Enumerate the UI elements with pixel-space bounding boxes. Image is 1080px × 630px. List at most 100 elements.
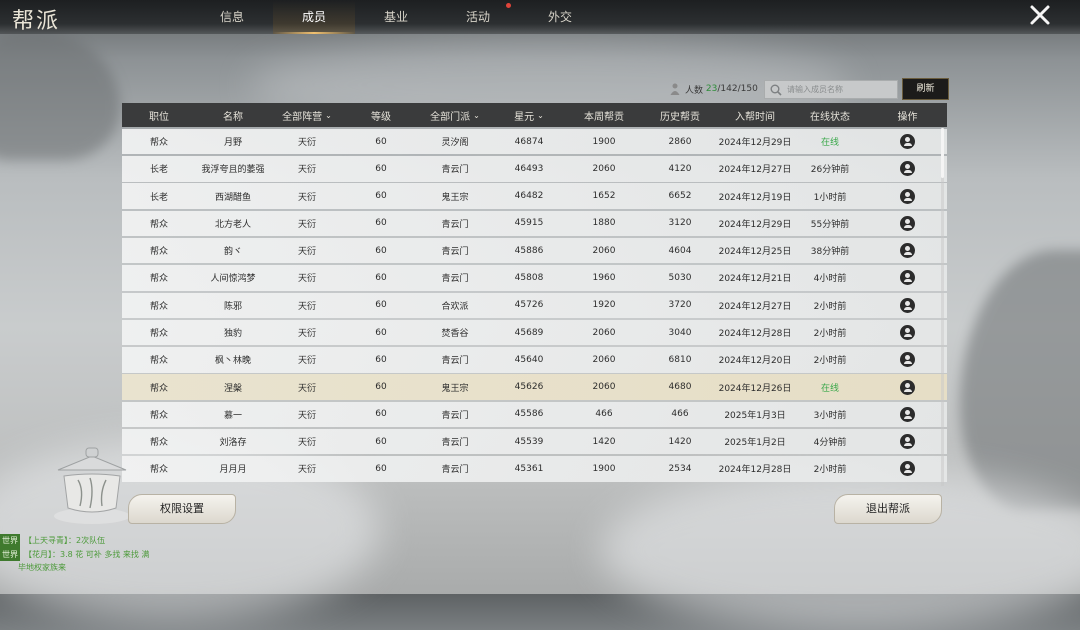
close-button[interactable] [1026, 4, 1054, 28]
cell-sect: 鬼王宗 [441, 192, 469, 203]
cell-star: 45915 [514, 218, 544, 229]
table-row[interactable]: 帮众 月野 天衍 60 灵汐阁 46874 1900 2860 2024年12月29日 在线 [122, 128, 947, 155]
cell-camp: 天衍 [297, 138, 316, 149]
cell-sect: 青云门 [441, 165, 469, 176]
cell-status: 26分钟前 [810, 165, 850, 176]
cell-action [868, 406, 947, 422]
tab-info[interactable]: 信息 [191, 0, 273, 34]
cell-role: 帮众 [149, 301, 168, 312]
notification-dot-icon [506, 3, 511, 8]
cell-history: 6810 [668, 354, 692, 365]
cell-joined: 2024年12月27日 [718, 301, 792, 312]
cell-history: 3720 [668, 300, 692, 311]
exit-guild-button[interactable]: 退出帮派 [834, 494, 942, 524]
cell-history: 466 [671, 409, 689, 420]
cell-role: 帮众 [149, 383, 168, 394]
person-profile-icon[interactable] [900, 297, 915, 313]
cell-status: 1小时前 [813, 192, 847, 203]
cell-weekly: 2060 [592, 163, 616, 174]
cell-camp: 天衍 [297, 438, 316, 449]
cell-sect: 青云门 [441, 465, 469, 476]
cell-joined: 2024年12月19日 [718, 192, 792, 203]
cell-level: 60 [375, 163, 387, 174]
cell-joined: 2025年1月2日 [724, 438, 786, 449]
person-profile-icon[interactable] [900, 379, 915, 395]
person-profile-icon[interactable] [900, 434, 915, 450]
person-profile-icon[interactable] [900, 406, 915, 422]
cell-sect: 青云门 [441, 410, 469, 421]
cell-sect: 鬼王宗 [441, 383, 469, 394]
cell-weekly: 2060 [592, 382, 616, 393]
column-header-action: 操作 [868, 108, 947, 123]
table-row[interactable]: 帮众 涅槃 天衍 60 鬼王宗 45626 2060 4680 2024年12月26日 在线 [122, 374, 947, 400]
camp-filter-dropdown[interactable]: 全部阵营 ⌄ [270, 108, 344, 123]
tab-foundation[interactable]: 基业 [355, 0, 437, 34]
star-sort-button[interactable]: 星元 ⌄ [492, 108, 566, 123]
column-label: 全部阵营 [282, 111, 323, 123]
table-row[interactable]: 帮众 刘洛存 天衍 60 青云门 45539 1420 1420 2025年1月2日 4分钟前 [122, 428, 947, 455]
cell-joined: 2024年12月26日 [718, 383, 792, 394]
person-profile-icon[interactable] [900, 161, 915, 177]
chat-channel-tag: 世界 [0, 547, 20, 561]
tab-activities[interactable]: 活动 [437, 0, 519, 34]
table-row[interactable]: 帮众 北方老人 天衍 60 青云门 45915 1880 3120 2024年12月29日 55分… [122, 210, 947, 237]
chevron-down-icon: ⌄ [325, 110, 332, 120]
table-row[interactable]: 帮众 独豹 天衍 60 焚香谷 45689 2060 3040 2024年12月28日 2小时前 [122, 319, 947, 346]
refresh-button[interactable]: 刷新 [902, 78, 949, 100]
sect-filter-dropdown[interactable]: 全部门派 ⌄ [418, 108, 492, 123]
person-profile-icon[interactable] [900, 215, 915, 231]
person-profile-icon[interactable] [900, 270, 915, 286]
search-box [764, 80, 898, 99]
background-mountain [0, 30, 120, 160]
column-label: 职位 [149, 111, 169, 123]
cell-status: 2小时前 [813, 465, 847, 476]
cell-history: 3040 [668, 327, 692, 338]
table-row[interactable]: 帮众 枫丶林晚 天衍 60 青云门 45640 2060 6810 2024年12月20日 2小时… [122, 347, 947, 373]
cell-joined: 2024年12月27日 [718, 165, 792, 176]
table-row[interactable]: 帮众 人间惊鸿梦 天衍 60 青云门 45808 1960 5030 2024年12月21日 4小… [122, 265, 947, 291]
lantern-icon [54, 447, 130, 524]
cell-name: 独豹 [223, 329, 242, 340]
current-count: 142 [720, 84, 738, 94]
cell-level: 60 [375, 327, 387, 338]
scrollbar-thumb[interactable] [941, 128, 944, 178]
table-row[interactable]: 长老 我浮夸且的萎强 天衍 60 青云门 46493 2060 4120 2024年12月27日… [122, 156, 947, 182]
cell-status: 2小时前 [813, 301, 847, 312]
tab-diplomacy[interactable]: 外交 [519, 0, 601, 34]
table-body: 帮众 月野 天衍 60 灵汐阁 46874 1900 2860 2024年12月29日 在线 长老我… [122, 127, 947, 484]
cell-camp: 天衍 [297, 219, 316, 230]
cell-joined: 2024年12月29日 [718, 219, 792, 230]
table-row[interactable]: 帮众 韵ヾ 天衍 60 青云门 45886 2060 4604 2024年12月25日 38分钟前 [122, 238, 947, 264]
tab-members[interactable]: 成员 [273, 0, 355, 34]
table-row[interactable]: 帮众 慕一 天衍 60 青云门 45586 466 466 2025年1月3日 3小时前 [122, 401, 947, 428]
person-profile-icon[interactable] [900, 352, 915, 368]
table-row[interactable]: 帮众 月月月 天衍 60 青云门 45361 1900 2534 2024年12月28日 2小时前 [122, 456, 947, 482]
cell-weekly: 1900 [592, 463, 616, 474]
cell-star: 45689 [514, 327, 544, 338]
cell-weekly: 2060 [592, 245, 616, 256]
cell-joined: 2025年1月3日 [724, 410, 786, 421]
cell-name: 刘洛存 [219, 438, 247, 449]
table-row[interactable]: 帮众 陈邪 天衍 60 合欢派 45726 1920 3720 2024年12月27日 2小时前 [122, 292, 947, 318]
person-profile-icon[interactable] [900, 134, 915, 150]
cell-camp: 天衍 [297, 301, 316, 312]
person-profile-icon[interactable] [900, 325, 915, 341]
search-input[interactable] [785, 84, 897, 95]
cell-star: 45361 [514, 463, 544, 474]
table-scrollbar[interactable] [941, 128, 944, 486]
person-profile-icon[interactable] [900, 461, 915, 477]
cell-history: 3120 [668, 218, 692, 229]
person-profile-icon[interactable] [900, 243, 915, 259]
table-row[interactable]: 长老 西湖醋鱼 天衍 60 鬼王宗 46482 1652 6652 2024年12月19日 1小时… [122, 183, 947, 209]
cell-star: 46482 [514, 191, 544, 202]
chevron-down-icon: ⌄ [473, 110, 480, 120]
person-profile-icon[interactable] [900, 188, 915, 204]
cell-role: 帮众 [149, 274, 168, 285]
search-icon [770, 84, 782, 96]
cell-status: 4分钟前 [813, 438, 847, 449]
tab-bar: 信息 成员 基业 活动 外交 [191, 0, 601, 34]
permissions-button[interactable]: 权限设置 [128, 494, 236, 524]
cell-action [868, 188, 947, 204]
column-header-status: 在线状态 [792, 108, 868, 123]
page-title: 帮派 [12, 9, 61, 34]
